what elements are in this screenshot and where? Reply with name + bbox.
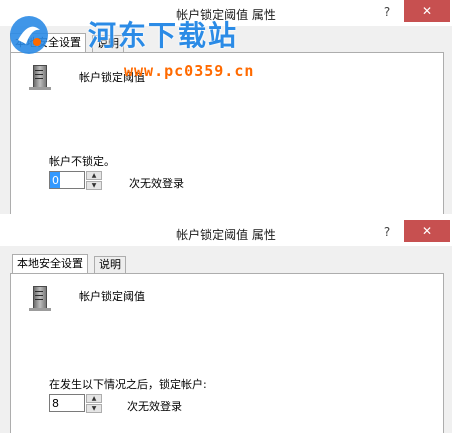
bottom-properties-dialog: 帐户锁定阈值 属性 ? ✕ 本地安全设置 说明 帐户锁定阈值 在发生以下情况之后… <box>0 220 452 433</box>
invalid-logon-stepper[interactable]: ▲ ▼ <box>49 171 105 191</box>
watermark-site-name: 河东下载站 <box>88 19 239 52</box>
lockout-status-label: 帐户不锁定。 <box>49 155 115 168</box>
close-button[interactable]: ✕ <box>404 220 450 242</box>
spin-up-button[interactable]: ▲ <box>86 171 102 180</box>
server-policy-icon <box>29 286 51 312</box>
invalid-logon-stepper[interactable]: ▲ ▼ <box>49 394 105 414</box>
invalid-logon-suffix: 次无效登录 <box>129 177 184 190</box>
invalid-logon-suffix: 次无效登录 <box>127 400 182 413</box>
help-button[interactable]: ? <box>370 0 404 24</box>
lockout-status-label: 在发生以下情况之后，锁定帐户: <box>49 378 207 391</box>
watermark-url: www.pc0359.cn <box>124 62 255 80</box>
tab-local-security-setting[interactable]: 本地安全设置 <box>12 254 88 273</box>
tab-explain[interactable]: 说明 <box>94 256 126 273</box>
title-bar[interactable]: 帐户锁定阈值 属性 ? ✕ <box>0 220 452 246</box>
close-button[interactable]: ✕ <box>404 0 450 22</box>
invalid-logon-count-input[interactable] <box>49 171 85 189</box>
spin-down-button[interactable]: ▼ <box>86 181 102 190</box>
settings-panel: 帐户锁定阈值 在发生以下情况之后，锁定帐户: ▲ ▼ 次无效登录 <box>10 273 444 433</box>
policy-name-label: 帐户锁定阈值 <box>79 290 145 303</box>
help-button[interactable]: ? <box>370 220 404 244</box>
server-policy-icon <box>29 65 51 91</box>
site-logo-icon <box>10 16 48 54</box>
spin-up-button[interactable]: ▲ <box>86 394 102 403</box>
spin-down-button[interactable]: ▼ <box>86 404 102 413</box>
invalid-logon-count-input[interactable] <box>49 394 85 412</box>
